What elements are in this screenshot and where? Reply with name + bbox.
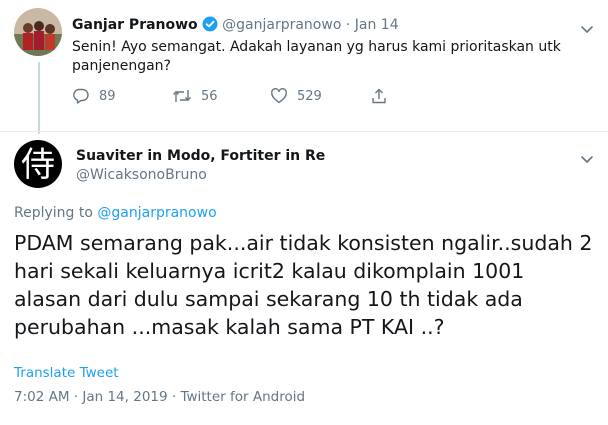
thread-line bbox=[38, 62, 40, 134]
header-separator: · bbox=[345, 17, 351, 33]
translate-tweet-link[interactable]: Translate Tweet bbox=[14, 365, 119, 381]
chevron-down-icon[interactable] bbox=[580, 150, 594, 163]
reply-icon bbox=[73, 88, 89, 104]
tweet1-header: Ganjar Pranowo @ganjarpranowo · Jan 14 bbox=[72, 16, 399, 36]
like-button[interactable]: 529 bbox=[270, 86, 322, 106]
tweet-divider bbox=[0, 131, 608, 132]
author-name[interactable]: Ganjar Pranowo bbox=[72, 17, 198, 33]
avatar-wicaksono[interactable]: 侍 bbox=[14, 140, 62, 188]
tweet1-text: Senin! Ayo semangat. Adakah layanan yg h… bbox=[72, 39, 561, 74]
tweet2-text: PDAM semarang pak...air tidak konsisten … bbox=[14, 231, 593, 339]
like-count: 529 bbox=[297, 88, 322, 104]
avatar-ganjar[interactable] bbox=[14, 8, 62, 56]
author-name[interactable]: Suaviter in Modo, Fortiter in Re bbox=[76, 148, 325, 164]
share-icon bbox=[372, 88, 386, 104]
avatar-kanji: 侍 bbox=[14, 140, 62, 188]
chevron-down-icon[interactable] bbox=[580, 20, 594, 33]
avatar-photo bbox=[14, 8, 62, 56]
tweet-date[interactable]: Jan 14 bbox=[355, 17, 399, 33]
replying-label: Replying to bbox=[14, 205, 93, 221]
reply-button[interactable]: 89 bbox=[72, 86, 116, 106]
reply-count: 89 bbox=[99, 88, 116, 104]
author-handle[interactable]: @WicaksonoBruno bbox=[76, 167, 207, 183]
retweet-count: 56 bbox=[201, 88, 218, 104]
heart-icon bbox=[271, 88, 287, 104]
share-button[interactable] bbox=[370, 86, 397, 106]
tweet-timestamp[interactable]: 7:02 AM · Jan 14, 2019 · Twitter for And… bbox=[14, 389, 305, 405]
replying-to: Replying to @ganjarpranowo bbox=[14, 205, 217, 221]
retweet-icon bbox=[173, 90, 191, 102]
verified-badge-icon bbox=[202, 16, 218, 36]
author-handle[interactable]: @ganjarpranowo bbox=[222, 17, 341, 33]
replying-to-link[interactable]: @ganjarpranowo bbox=[97, 205, 216, 221]
avatar-glyph: 侍 bbox=[21, 145, 55, 185]
retweet-button[interactable]: 56 bbox=[172, 86, 218, 106]
tweet1-actions: 89 56 529 bbox=[72, 86, 392, 106]
